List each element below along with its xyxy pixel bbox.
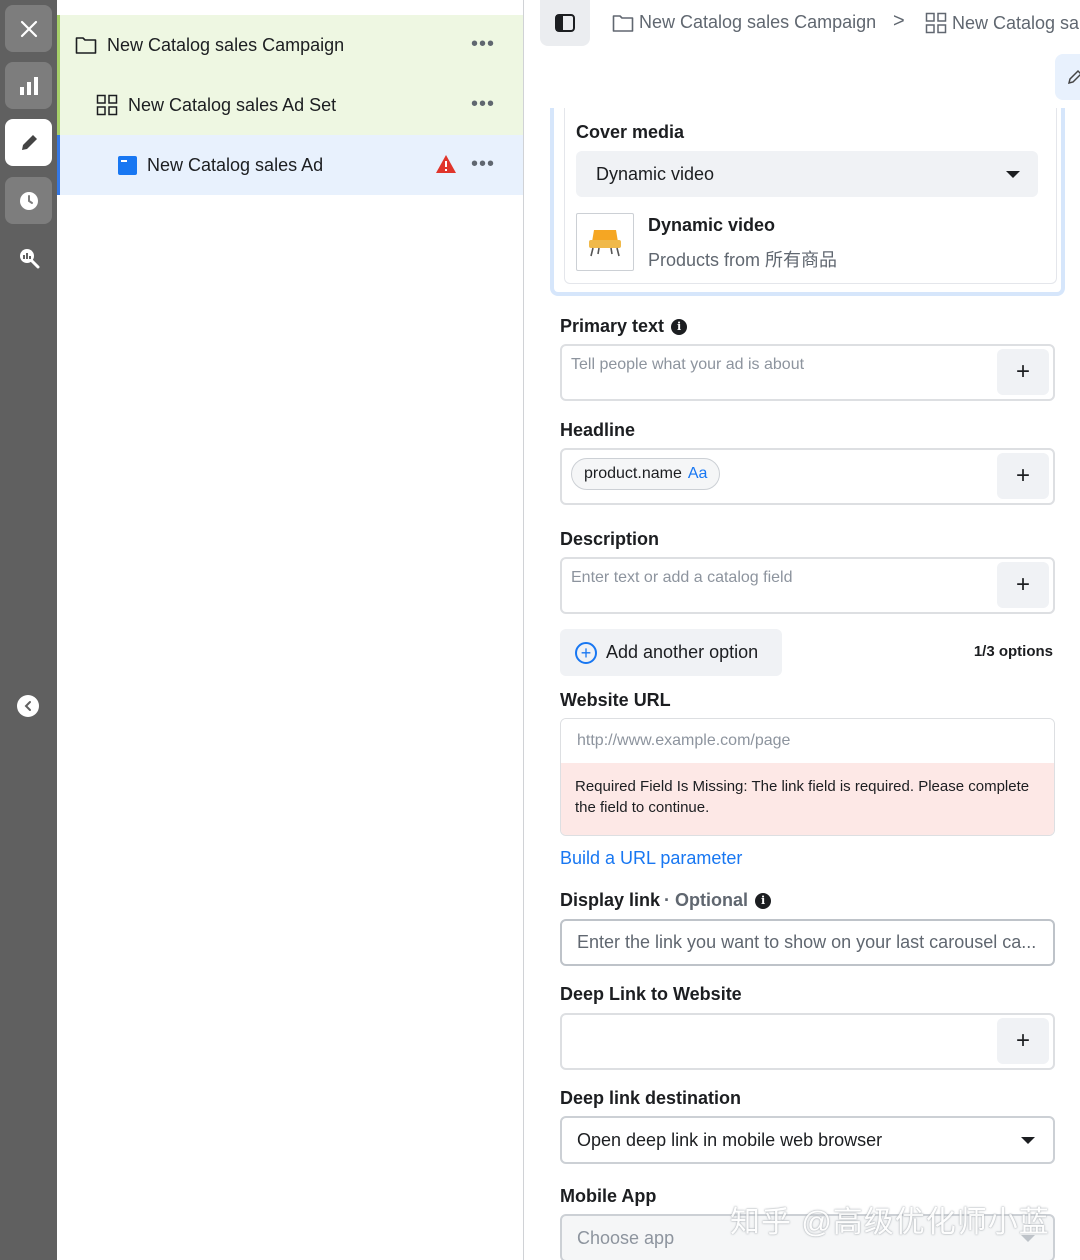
chevron-left-icon [24, 701, 31, 711]
mobile-app-label: Mobile App [560, 1186, 657, 1206]
watermark: 知乎 @高级优化师小蓝 [730, 1206, 1050, 1239]
sidebar-toggle-icon [555, 14, 575, 32]
build-url-parameter-link[interactable]: Build a URL parameter [560, 848, 742, 869]
breadcrumb-adset[interactable]: New Catalog sa [925, 12, 1079, 34]
plus-circle-icon: + [575, 641, 597, 664]
info-icon[interactable]: i [755, 892, 772, 909]
mobile-app-placeholder: Choose app [577, 1227, 675, 1248]
tree-item-label: New Catalog sales Campaign [107, 34, 345, 55]
caret-down-icon [1021, 1137, 1035, 1144]
website-url-label: Website URL [560, 690, 671, 710]
deep-link-destination-select[interactable]: Open deep link in mobile web browser [560, 1116, 1055, 1164]
description-placeholder: Enter text or add a catalog field [571, 569, 793, 586]
deep-link-field[interactable]: + [560, 1013, 1055, 1070]
add-headline-button[interactable]: + [997, 453, 1049, 499]
primary-text-label: Primary text i [560, 316, 688, 337]
breadcrumb-label: New Catalog sa [952, 12, 1080, 33]
chair-icon [589, 230, 621, 257]
tree-item-label: New Catalog sales Ad Set [128, 94, 337, 115]
more-options-icon[interactable]: ••• [471, 33, 495, 56]
description-label: Description [560, 529, 660, 549]
edit-button[interactable] [5, 119, 52, 166]
options-count: 1/3 options [973, 643, 1053, 660]
reporting-button[interactable] [5, 62, 52, 109]
pencil-icon [1067, 69, 1080, 85]
ad-editor: New Catalog sales Campaign > New Catalog… [525, 0, 1080, 1260]
clock-icon [19, 191, 38, 210]
editor-form: Cover media Dynamic video Dynamic video … [525, 108, 1080, 1260]
breadcrumb-label: New Catalog sales Campaign [639, 12, 877, 32]
cover-media-value: Dynamic video [596, 163, 715, 184]
website-url-field: http://www.example.com/page Required Fie… [560, 718, 1055, 836]
add-another-option-label: Add another option [606, 642, 759, 662]
catalog-field-token[interactable]: product.name Aa [571, 458, 721, 490]
grid-icon [925, 12, 947, 34]
tree-item-campaign[interactable]: New Catalog sales Campaign ••• [57, 15, 523, 75]
tree-item-label: New Catalog sales Ad [147, 154, 324, 175]
dynamic-video-title: Dynamic video [648, 215, 776, 235]
more-options-icon[interactable]: ••• [471, 93, 495, 116]
breadcrumb-campaign[interactable]: New Catalog sales Campaign [612, 12, 876, 33]
collapse-panel-button[interactable] [17, 695, 39, 717]
folder-icon [75, 37, 97, 54]
optional-tag: · Optional [664, 890, 749, 910]
dynamic-video-subtitle: Products from 所有商品 [648, 250, 838, 270]
deep-link-destination-value: Open deep link in mobile web browser [577, 1129, 883, 1150]
ad-icon [118, 155, 137, 175]
headline-field[interactable]: product.name Aa + [560, 448, 1055, 505]
edit-tab-button[interactable] [1055, 54, 1080, 100]
magnifier-chart-icon [19, 248, 39, 268]
pencil-icon [21, 134, 37, 150]
campaign-tree: New Catalog sales Campaign ••• New Catal… [57, 0, 524, 1260]
deep-link-label: Deep Link to Website [560, 984, 742, 1004]
display-link-label-text: Display link [560, 890, 661, 910]
bar-chart-icon [19, 76, 38, 95]
token-label: product.name [584, 465, 682, 482]
token-format-icon[interactable]: Aa [688, 465, 708, 483]
editor-header: New Catalog sales Campaign > New Catalog… [525, 0, 1080, 108]
cover-media-label: Cover media [576, 122, 685, 142]
breadcrumb-separator: > [893, 10, 905, 32]
display-link-placeholder: Enter the link you want to show on your … [577, 932, 1037, 952]
dynamic-video-thumbnail [576, 213, 634, 271]
display-link-input[interactable]: Enter the link you want to show on your … [560, 919, 1055, 966]
add-description-button[interactable]: + [997, 562, 1049, 608]
cover-media-select[interactable]: Dynamic video [576, 151, 1038, 197]
folder-icon [612, 14, 634, 32]
grid-icon [96, 94, 118, 116]
primary-text-label-text: Primary text [560, 316, 665, 336]
display-link-label: Display link · Optional i [560, 890, 772, 911]
add-another-option-button[interactable]: + Add another option [560, 629, 782, 676]
website-url-placeholder: http://www.example.com/page [577, 732, 791, 749]
close-button[interactable] [5, 5, 52, 52]
nav-rail [0, 0, 57, 1260]
more-options-icon[interactable]: ••• [471, 153, 495, 176]
deep-link-destination-label: Deep link destination [560, 1088, 742, 1108]
review-button[interactable] [5, 234, 52, 281]
description-field[interactable]: Enter text or add a catalog field + [560, 557, 1055, 614]
warning-icon [436, 155, 456, 173]
toggle-sidebar-button[interactable] [540, 0, 590, 46]
website-url-input[interactable]: http://www.example.com/page [561, 719, 1054, 763]
close-icon [20, 20, 37, 37]
tree-item-adset[interactable]: New Catalog sales Ad Set ••• [57, 75, 523, 135]
history-button[interactable] [5, 177, 52, 224]
tree-item-ad[interactable]: New Catalog sales Ad ••• [57, 135, 523, 195]
add-primary-text-button[interactable]: + [997, 349, 1049, 395]
primary-text-placeholder: Tell people what your ad is about [571, 356, 805, 373]
add-deep-link-button[interactable]: + [997, 1018, 1049, 1064]
primary-text-field[interactable]: Tell people what your ad is about + [560, 344, 1055, 401]
headline-label: Headline [560, 420, 636, 440]
info-icon[interactable]: i [671, 318, 688, 335]
caret-down-icon [1006, 171, 1020, 178]
website-url-error: Required Field Is Missing: The link fiel… [561, 763, 1054, 835]
